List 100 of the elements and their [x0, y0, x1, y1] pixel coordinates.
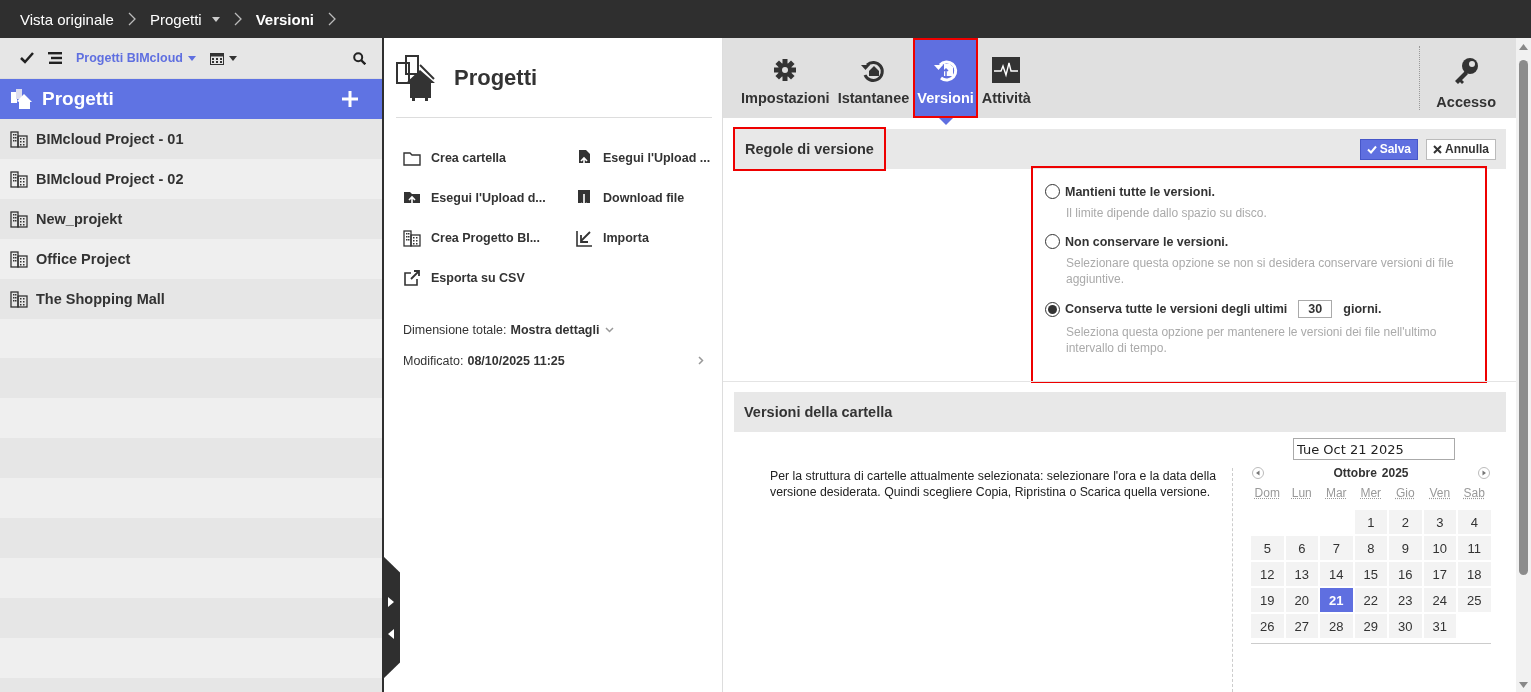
breadcrumb-link[interactable]: Vista originale	[20, 10, 114, 28]
collapse-arrow-icon[interactable]	[388, 628, 394, 639]
calendar-day[interactable]: 30	[1389, 614, 1422, 638]
close-icon	[1433, 144, 1442, 154]
calendar-day[interactable]: 10	[1423, 536, 1456, 560]
list-icon[interactable]	[48, 52, 62, 64]
calendar-day[interactable]: 27	[1285, 614, 1318, 638]
chevron-down-icon[interactable]	[605, 326, 615, 333]
calendar-day[interactable]: 13	[1285, 562, 1318, 586]
option-label: giorni.	[1343, 302, 1382, 316]
cancel-button[interactable]: Annulla	[1426, 138, 1496, 160]
calendar-day[interactable]: 11	[1458, 536, 1491, 560]
calendar-day[interactable]: 22	[1354, 588, 1387, 612]
option-hint: Selezionare questa opzione se non si desidera conservare versioni di file aggiuntive.	[1066, 255, 1455, 287]
calendar-day[interactable]: 2	[1389, 510, 1422, 534]
action-link[interactable]: Download file	[575, 178, 715, 218]
date-field[interactable]: Tue Oct 21 2025	[1293, 438, 1455, 460]
calendar-day[interactable]: 24	[1423, 588, 1456, 612]
action-link[interactable]: Crea cartella	[403, 138, 575, 178]
calendar-day[interactable]: 29	[1354, 614, 1387, 638]
toolbar-tab[interactable]: Istantanee	[833, 38, 914, 118]
next-month-icon[interactable]	[1478, 467, 1490, 479]
chevron-right-icon	[127, 12, 136, 26]
building-icon	[403, 229, 421, 247]
building-icon	[10, 250, 28, 268]
calendar-day[interactable]: 20	[1285, 588, 1318, 612]
calendar-day[interactable]: 9	[1389, 536, 1422, 560]
check-icon[interactable]	[20, 52, 34, 64]
option-label: Conserva tutte le versioni degli ultimi	[1065, 302, 1288, 316]
weekday-label: Mar	[1325, 486, 1347, 500]
plus-icon[interactable]	[342, 91, 358, 107]
chevron-right-icon	[328, 12, 336, 26]
action-link[interactable]: Crea Progetto BI...	[403, 218, 575, 258]
search-icon[interactable]	[353, 51, 366, 65]
weekday-label: Lun	[1291, 486, 1312, 500]
chevron-right-icon	[233, 12, 242, 26]
calendar-day[interactable]: 21	[1320, 588, 1353, 612]
action-link[interactable]: Esegui l'Upload d...	[403, 178, 575, 218]
buildings-home-icon	[10, 88, 34, 110]
toolbar-tab[interactable]: Attività	[977, 38, 1035, 118]
calendar-day[interactable]: 26	[1251, 614, 1284, 638]
weekday-label: Dom	[1254, 486, 1280, 500]
option-label: Non conservare le versioni.	[1065, 234, 1229, 249]
weekday-label: Mer	[1360, 486, 1382, 500]
calendar-day[interactable]: 5	[1251, 536, 1284, 560]
calendar-day[interactable]: 8	[1354, 536, 1387, 560]
calendar-day[interactable]: 4	[1458, 510, 1491, 534]
calendar-day[interactable]: 16	[1389, 562, 1422, 586]
previous-month-icon[interactable]	[1252, 467, 1264, 479]
projects-header: Progetti	[0, 79, 382, 119]
weekday-label: Gio	[1395, 486, 1415, 500]
building-icon	[10, 210, 28, 228]
calendar-day[interactable]: 3	[1423, 510, 1456, 534]
breadcrumb-link[interactable]: Progetti	[149, 10, 202, 28]
option-hint: Il limite dipende dallo spazio su disco.	[1066, 205, 1268, 221]
detail-text: Modificato: 08/10/2025 11:25	[403, 353, 565, 368]
month-label: Ottobre	[1333, 466, 1377, 480]
section-title: Regole di versione	[734, 128, 885, 170]
building-icon	[10, 130, 28, 148]
year-label: 2025	[1381, 466, 1409, 480]
section-title: Versioni della cartella	[734, 392, 1506, 432]
expand-arrow-icon[interactable]	[388, 596, 394, 607]
calendar-day[interactable]: 19	[1251, 588, 1284, 612]
caret-icon[interactable]	[211, 16, 220, 22]
calendar-day[interactable]: 31	[1423, 614, 1456, 638]
toolbar-tab[interactable]: Impostazioni	[737, 38, 834, 118]
save-button[interactable]: Salva	[1359, 138, 1418, 160]
calendar-day[interactable]: 14	[1320, 562, 1353, 586]
folder-icon	[403, 149, 421, 167]
detail-text: Dimensione totale: Mostra dettagli	[403, 322, 600, 337]
option-hint: Seleziona questa opzione per mantenere le versioni dei file nell'ultimo intervallo di tempo.	[1066, 324, 1438, 356]
days-input[interactable]: 30	[1298, 300, 1333, 318]
action-link[interactable]: Importa	[575, 218, 715, 258]
activity-monitor-icon	[992, 56, 1021, 84]
calendar-day[interactable]: 23	[1389, 588, 1422, 612]
action-link[interactable]: Esegui l'Upload ...	[575, 138, 715, 178]
instructions-text: Per la struttura di cartelle attualmente selezionata: selezionare l'ora e la data della versione desiderata. Quindi scegliere Copia, Ripristina o Scarica quella versione.	[769, 468, 1217, 501]
building-icon	[10, 290, 28, 308]
calendar-day[interactable]: 28	[1320, 614, 1353, 638]
scroll-down-icon[interactable]	[1519, 682, 1528, 688]
calendar-icon[interactable]	[209, 51, 224, 65]
calendar-day[interactable]: 7	[1320, 536, 1353, 560]
import-icon	[575, 229, 593, 247]
scroll-up-icon[interactable]	[1519, 44, 1528, 50]
breadcrumb-link[interactable]: Versioni	[255, 10, 314, 28]
calendar-day[interactable]: 18	[1458, 562, 1491, 586]
panel-title: Progetti	[454, 64, 538, 91]
calendar-day[interactable]: 25	[1458, 588, 1491, 612]
calendar-day[interactable]: 15	[1354, 562, 1387, 586]
action-link[interactable]: Esporta su CSV	[403, 258, 575, 298]
calendar-day[interactable]: 1	[1354, 510, 1387, 534]
check-icon	[1366, 144, 1377, 154]
caret-icon[interactable]	[228, 55, 237, 61]
chevron-right-icon[interactable]	[698, 356, 704, 365]
building-icon	[10, 170, 28, 188]
calendar-day[interactable]: 12	[1251, 562, 1284, 586]
option-label: Mantieni tutte le versioni.	[1065, 184, 1216, 199]
calendar-day[interactable]: 6	[1285, 536, 1318, 560]
calendar-day[interactable]: 17	[1423, 562, 1456, 586]
weekday-label: Sab	[1463, 486, 1485, 500]
